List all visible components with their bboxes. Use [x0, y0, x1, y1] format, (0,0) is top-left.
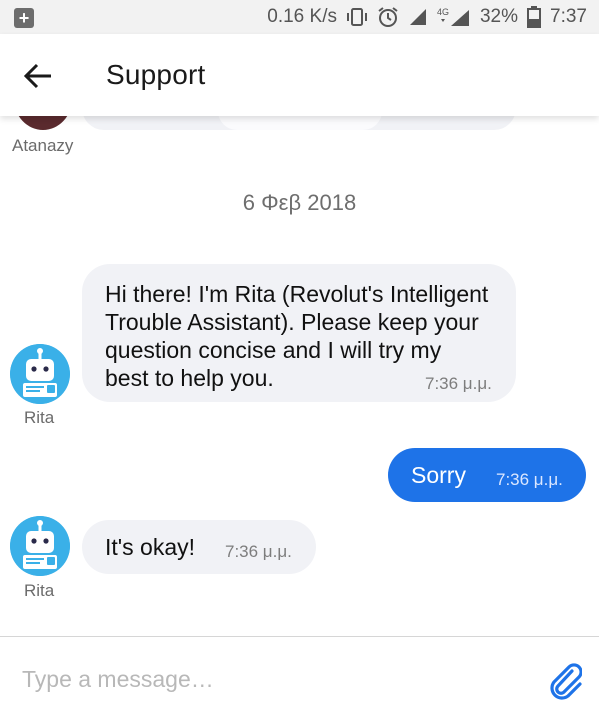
- message-bubble[interactable]: Hi there! I'm Rita (Revolut's Intelligen…: [82, 264, 516, 402]
- avatar-previous-sender: [14, 116, 72, 130]
- sender-name: Rita: [24, 581, 55, 600]
- signal-4g-icon: 4G: [437, 6, 471, 28]
- back-button[interactable]: [18, 56, 58, 96]
- app-bar: Support: [0, 34, 599, 116]
- message-time: 7:36 μ.μ.: [425, 374, 492, 393]
- vibrate-icon: [346, 7, 368, 27]
- previous-sender-name: Atanazy: [12, 136, 74, 155]
- message-composer: [0, 636, 599, 720]
- attach-button[interactable]: [546, 661, 583, 701]
- message-text: Sorry: [411, 462, 466, 488]
- message-bubble-outgoing[interactable]: Sorry 7:36 μ.μ.: [388, 448, 586, 502]
- arrow-left-icon: [23, 63, 51, 89]
- message-line: question concise and I will try my: [105, 337, 442, 363]
- status-bar: + 0.16 K/s 4G 32% 7:37: [0, 0, 599, 34]
- previous-date-chip: [218, 116, 382, 130]
- message-input[interactable]: [22, 659, 522, 699]
- bot-avatar-rita: [10, 516, 70, 576]
- signal-icon: [408, 7, 428, 27]
- paperclip-icon: [550, 663, 583, 700]
- plus-notification-icon: +: [14, 8, 34, 28]
- sender-name: Rita: [24, 408, 55, 427]
- message-line: Trouble Assistant). Please keep your: [105, 309, 479, 335]
- battery-icon: [527, 6, 542, 28]
- message-bubble[interactable]: It's okay! 7:36 μ.μ.: [82, 520, 316, 574]
- clock: 7:37: [550, 6, 587, 27]
- date-separator: 6 Φεβ 2018: [242, 190, 357, 215]
- chat-thread[interactable]: Atanazy 6 Φεβ 2018 Hi there! I'm Rita (R…: [0, 116, 599, 636]
- message-text: It's okay!: [105, 534, 196, 560]
- bot-avatar-rita: [10, 344, 70, 404]
- network-type-label: 4G: [437, 7, 449, 17]
- battery-percent: 32%: [479, 6, 519, 27]
- message-time: 7:36 μ.μ.: [496, 470, 563, 489]
- network-speed: 0.16 K/s: [267, 6, 337, 27]
- message-time: 7:36 μ.μ.: [225, 542, 292, 561]
- page-title: Support: [106, 59, 206, 90]
- alarm-icon: [377, 6, 399, 28]
- status-bar-right: 0.16 K/s 4G 32% 7:37: [267, 0, 587, 34]
- message-line: Hi there! I'm Rita (Revolut's Intelligen…: [105, 281, 489, 307]
